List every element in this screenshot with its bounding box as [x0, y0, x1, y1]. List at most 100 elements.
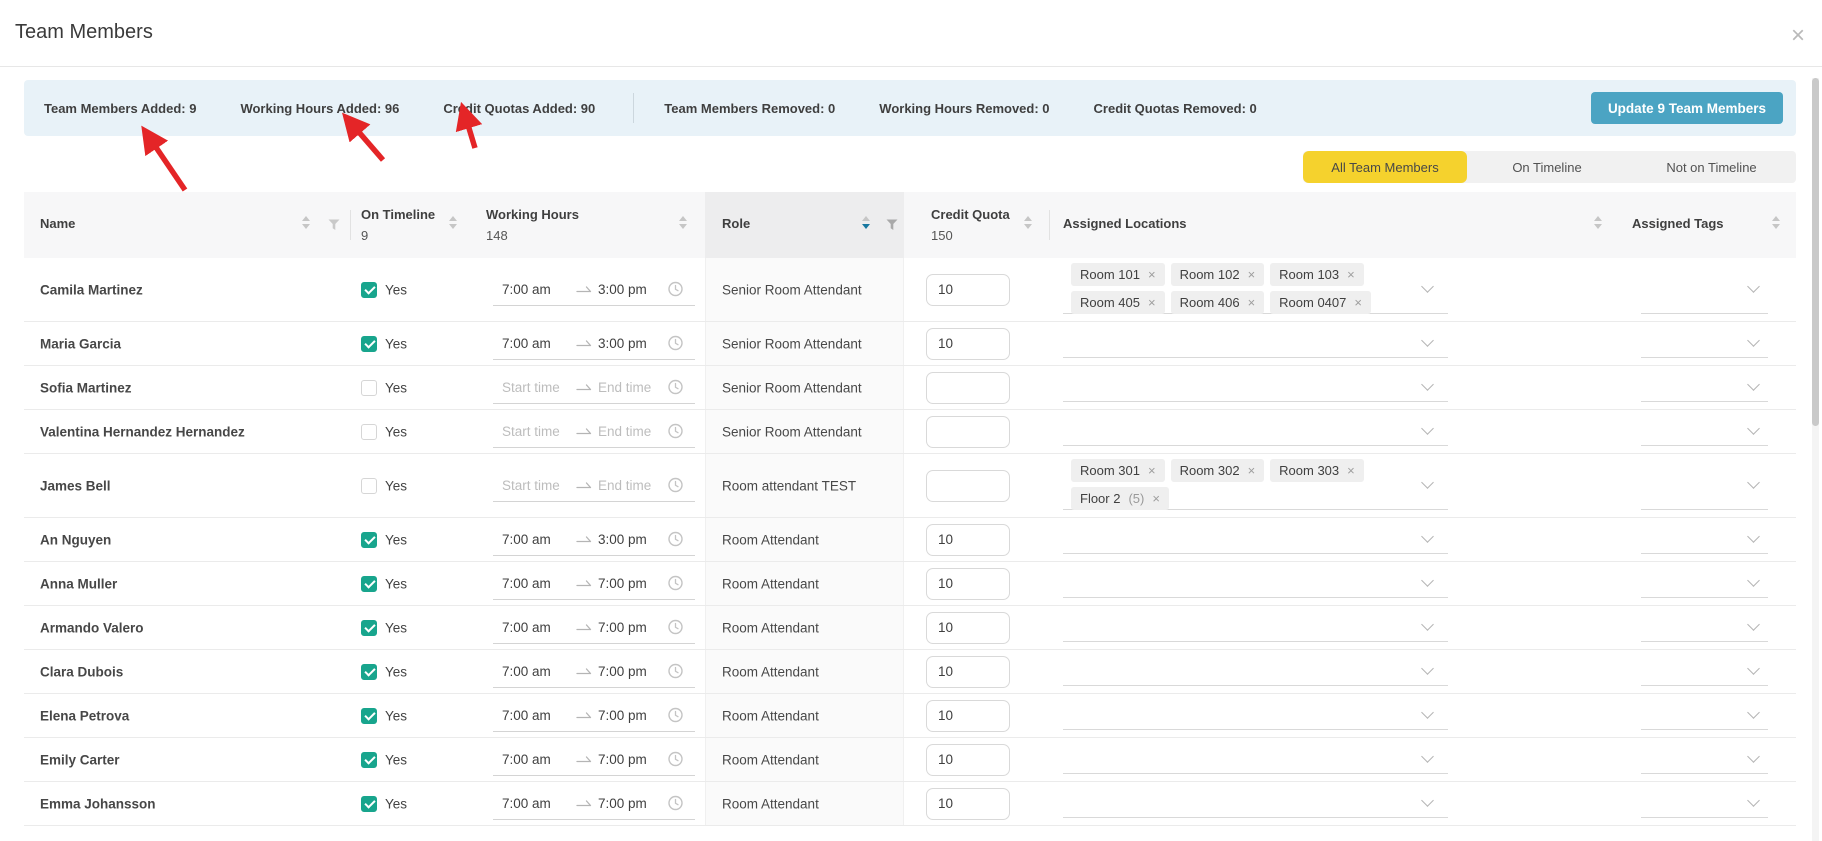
clock-icon[interactable] [668, 477, 683, 493]
assigned-locations-select[interactable] [1063, 525, 1448, 554]
working-hours-range[interactable]: 7:00 am 7:00 pm [493, 700, 695, 732]
assigned-tags-select[interactable] [1641, 329, 1768, 358]
end-time-field[interactable]: 3:00 pm [598, 532, 660, 547]
start-time-field[interactable]: 7:00 am [502, 664, 576, 679]
start-time-field[interactable]: 7:00 am [502, 708, 576, 723]
end-time-field[interactable]: 7:00 pm [598, 620, 660, 635]
end-time-field[interactable]: 7:00 pm [598, 752, 660, 767]
assigned-locations-select[interactable] [1063, 701, 1448, 730]
assigned-locations-select[interactable] [1063, 417, 1448, 446]
credit-quota-input[interactable] [926, 415, 1010, 448]
assigned-locations-select[interactable]: Room 301 × Room 302 × Room 303 × Floor 2 (5) × [1063, 458, 1448, 510]
working-hours-range[interactable]: 7:00 am 3:00 pm [493, 274, 695, 306]
on-timeline-checkbox[interactable] [361, 281, 377, 298]
clock-icon[interactable] [668, 707, 683, 723]
remove-tag-icon[interactable]: × [1248, 296, 1256, 309]
sort-icon[interactable] [679, 216, 687, 229]
working-hours-range[interactable]: 7:00 am 7:00 pm [493, 656, 695, 688]
assigned-locations-select[interactable] [1063, 613, 1448, 642]
start-time-field[interactable]: 7:00 am [502, 620, 576, 635]
remove-tag-icon[interactable]: × [1248, 268, 1256, 281]
working-hours-range[interactable]: 7:00 am 3:00 pm [493, 524, 695, 556]
credit-quota-input[interactable]: 10 [926, 655, 1010, 688]
assigned-tags-select[interactable] [1641, 461, 1768, 510]
clock-icon[interactable] [668, 281, 683, 297]
working-hours-range[interactable]: 7:00 am 7:00 pm [493, 744, 695, 776]
clock-icon[interactable] [668, 531, 683, 547]
clock-icon[interactable] [668, 335, 683, 351]
assigned-tags-select[interactable] [1641, 569, 1768, 598]
sort-icon[interactable] [1024, 216, 1032, 229]
on-timeline-checkbox[interactable] [361, 575, 377, 592]
sort-icon[interactable] [302, 216, 310, 229]
on-timeline-checkbox[interactable] [361, 477, 377, 494]
remove-tag-icon[interactable]: × [1148, 464, 1156, 477]
end-time-field[interactable]: 7:00 pm [598, 576, 660, 591]
on-timeline-checkbox[interactable] [361, 751, 377, 768]
assigned-tags-select[interactable] [1641, 373, 1768, 402]
clock-icon[interactable] [668, 575, 683, 591]
assigned-tags-select[interactable] [1641, 701, 1768, 730]
start-time-field[interactable]: 7:00 am [502, 282, 576, 297]
sort-icon[interactable] [862, 216, 870, 229]
assigned-locations-select[interactable] [1063, 745, 1448, 774]
assigned-locations-select[interactable] [1063, 373, 1448, 402]
assigned-locations-select[interactable]: Room 101 × Room 102 × Room 103 × Room 405 × Room… [1063, 262, 1448, 314]
assigned-tags-select[interactable] [1641, 417, 1768, 446]
remove-tag-icon[interactable]: × [1347, 464, 1355, 477]
working-hours-range[interactable]: 7:00 am 7:00 pm [493, 612, 695, 644]
clock-icon[interactable] [668, 795, 683, 811]
on-timeline-checkbox[interactable] [361, 619, 377, 636]
close-icon[interactable]: × [1791, 24, 1805, 48]
credit-quota-input[interactable]: 10 [926, 523, 1010, 556]
credit-quota-input[interactable] [926, 371, 1010, 404]
start-time-field[interactable]: Start time [502, 380, 576, 395]
clock-icon[interactable] [668, 619, 683, 635]
start-time-field[interactable]: 7:00 am [502, 752, 576, 767]
remove-tag-icon[interactable]: × [1248, 464, 1256, 477]
credit-quota-input[interactable]: 10 [926, 273, 1010, 306]
assigned-tags-select[interactable] [1641, 265, 1768, 314]
assigned-tags-select[interactable] [1641, 657, 1768, 686]
filter-icon[interactable] [886, 219, 898, 231]
working-hours-range[interactable]: Start time End time [493, 416, 695, 448]
end-time-field[interactable]: 7:00 pm [598, 708, 660, 723]
remove-tag-icon[interactable]: × [1347, 268, 1355, 281]
assigned-locations-select[interactable] [1063, 789, 1448, 818]
start-time-field[interactable]: 7:00 am [502, 576, 576, 591]
sort-icon[interactable] [449, 216, 457, 229]
clock-icon[interactable] [668, 379, 683, 395]
assigned-tags-select[interactable] [1641, 525, 1768, 554]
filter-icon[interactable] [328, 219, 340, 231]
working-hours-range[interactable]: 7:00 am 3:00 pm [493, 328, 695, 360]
end-time-field[interactable]: End time [598, 424, 660, 439]
end-time-field[interactable]: 3:00 pm [598, 282, 660, 297]
clock-icon[interactable] [668, 663, 683, 679]
clock-icon[interactable] [668, 423, 683, 439]
tab-on-timeline[interactable]: On Timeline [1467, 151, 1627, 183]
assigned-tags-select[interactable] [1641, 745, 1768, 774]
end-time-field[interactable]: End time [598, 380, 660, 395]
credit-quota-input[interactable]: 10 [926, 699, 1010, 732]
sort-icon[interactable] [1772, 216, 1780, 229]
start-time-field[interactable]: Start time [502, 424, 576, 439]
on-timeline-checkbox[interactable] [361, 707, 377, 724]
on-timeline-checkbox[interactable] [361, 335, 377, 352]
working-hours-range[interactable]: 7:00 am 7:00 pm [493, 788, 695, 820]
on-timeline-checkbox[interactable] [361, 423, 377, 440]
credit-quota-input[interactable]: 10 [926, 327, 1010, 360]
clock-icon[interactable] [668, 751, 683, 767]
on-timeline-checkbox[interactable] [361, 663, 377, 680]
on-timeline-checkbox[interactable] [361, 795, 377, 812]
working-hours-range[interactable]: Start time End time [493, 470, 695, 502]
sort-icon[interactable] [1594, 216, 1602, 229]
on-timeline-checkbox[interactable] [361, 531, 377, 548]
on-timeline-checkbox[interactable] [361, 379, 377, 396]
start-time-field[interactable]: Start time [502, 478, 576, 493]
end-time-field[interactable]: 7:00 pm [598, 664, 660, 679]
assigned-tags-select[interactable] [1641, 613, 1768, 642]
assigned-tags-select[interactable] [1641, 789, 1768, 818]
remove-tag-icon[interactable]: × [1152, 492, 1160, 505]
tab-all-team-members[interactable]: All Team Members [1303, 151, 1467, 183]
end-time-field[interactable]: 3:00 pm [598, 336, 660, 351]
